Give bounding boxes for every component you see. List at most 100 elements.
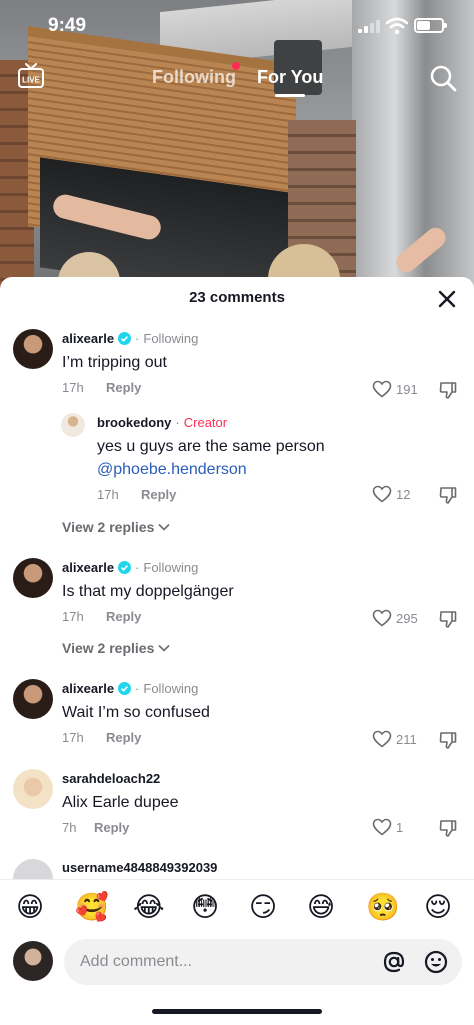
reply-button[interactable]: Reply [106, 380, 141, 395]
like-count: 1 [396, 819, 404, 835]
comment-text: Is that my doppelgänger [62, 583, 234, 600]
heart-icon [372, 380, 392, 398]
comment-body: alixearle · Following Is that my doppelg… [62, 560, 234, 624]
heart-icon [372, 609, 392, 627]
verified-icon [118, 682, 132, 695]
comment-text: Wait I’m so confused [62, 704, 210, 721]
avatar[interactable] [13, 941, 53, 981]
dislike-icon[interactable] [438, 818, 458, 838]
reply-button[interactable]: Reply [94, 820, 129, 835]
tab-for-you[interactable]: For You [257, 67, 323, 88]
comment-time: 17h [62, 609, 84, 624]
heart-icon [372, 485, 392, 503]
like-count: 295 [396, 610, 418, 626]
heart-icon [372, 730, 392, 748]
comment-text: Alix Earle dupee [62, 794, 179, 811]
emoji-quick-bar: 😁 🥰 😂 😳 😏 😅 🥺 😌 [0, 879, 474, 937]
comment-username[interactable]: sarahdeloach22 [62, 771, 160, 786]
view-replies-button[interactable]: View 2 replies [62, 519, 170, 535]
comment-time: 17h [62, 380, 84, 395]
live-icon[interactable]: LIVE [16, 62, 46, 92]
live-label: LIVE [22, 76, 40, 85]
comment-input[interactable] [80, 939, 370, 985]
comment-body: alixearle · Following I’m tripping out 1… [62, 331, 198, 395]
emoji-button[interactable]: 😂 [133, 892, 165, 924]
view-replies-button[interactable]: View 2 replies [62, 640, 170, 656]
mention-link: @phoebe.henderson [97, 458, 325, 481]
dislike-icon[interactable] [438, 485, 458, 505]
comment-username[interactable]: username4848849392039 [62, 860, 217, 875]
comment-item: alixearle · Following I’m tripping out 1… [0, 329, 474, 399]
chevron-down-icon [158, 644, 170, 652]
comment-body: username4848849392039 [62, 860, 217, 875]
like-button[interactable]: 12 [372, 485, 410, 503]
emoji-button[interactable]: 🥰 [75, 892, 109, 924]
view-replies-label: View 2 replies [62, 640, 155, 656]
avatar[interactable] [13, 329, 53, 369]
separator-dot: · [135, 560, 140, 575]
home-indicator [152, 1009, 322, 1014]
status-time: 9:49 [48, 15, 87, 36]
emoji-button[interactable]: 😳 [191, 892, 219, 924]
comment-time: 17h [62, 730, 84, 745]
comment-username[interactable]: brookedony [97, 415, 171, 430]
comment-item: alixearle · Following Is that my doppelg… [0, 558, 474, 628]
comment-username[interactable]: alixearle [62, 681, 114, 696]
avatar[interactable] [13, 769, 53, 809]
emoji-button[interactable]: 😏 [249, 892, 277, 924]
emoji-button[interactable]: 😌 [424, 892, 452, 924]
following-notification-dot [232, 62, 240, 70]
comment-username[interactable]: alixearle [62, 331, 114, 346]
reply-button[interactable]: Reply [141, 487, 176, 502]
cellular-signal-icon [358, 20, 380, 33]
dislike-icon[interactable] [438, 609, 458, 629]
separator-dot: · [135, 681, 140, 696]
close-icon[interactable] [436, 288, 458, 310]
comment-time: 7h [62, 820, 77, 835]
heart-icon [372, 818, 392, 836]
verified-icon [118, 332, 132, 345]
dislike-icon[interactable] [438, 380, 458, 400]
like-button[interactable]: 191 [372, 380, 418, 398]
following-tag: Following [143, 560, 199, 575]
dislike-icon[interactable] [438, 730, 458, 750]
tab-following[interactable]: Following [152, 67, 236, 88]
emoji-button[interactable]: 😁 [16, 892, 44, 924]
status-bar: 9:49 [0, 0, 474, 52]
comment-username[interactable]: alixearle [62, 560, 114, 575]
reply-button[interactable]: Reply [106, 730, 141, 745]
comment-item: sarahdeloach22 Alix Earle dupee 7h Reply… [0, 769, 474, 839]
comment-input-container[interactable] [64, 939, 462, 985]
search-icon[interactable] [428, 63, 458, 93]
like-button[interactable]: 211 [372, 730, 417, 748]
emoji-icon[interactable] [424, 950, 448, 974]
comment-item: alixearle · Following Wait I’m so confus… [0, 679, 474, 749]
avatar[interactable] [13, 679, 53, 719]
reply-button[interactable]: Reply [106, 609, 141, 624]
like-button[interactable]: 1 [372, 818, 403, 836]
following-tag: Following [143, 331, 199, 346]
mention-text[interactable]: @phoebe.henderson [97, 461, 247, 478]
avatar[interactable] [61, 413, 85, 437]
emoji-button[interactable]: 😅 [307, 892, 335, 924]
following-tag: Following [143, 681, 199, 696]
chevron-down-icon [158, 523, 170, 531]
comment-time: 17h [97, 487, 119, 502]
avatar[interactable] [13, 558, 53, 598]
comment-body: brookedony · Creator yes u guys are the … [97, 415, 325, 502]
at-icon[interactable] [382, 950, 406, 974]
comment-input-row [0, 937, 474, 1025]
comment-text: I’m tripping out [62, 354, 167, 371]
battery-icon [414, 18, 447, 33]
comment-body: alixearle · Following Wait I’m so confus… [62, 681, 210, 745]
creator-tag: Creator [183, 415, 228, 430]
like-count: 12 [396, 486, 411, 502]
reply-item: brookedony · Creator yes u guys are the … [0, 413, 474, 505]
like-button[interactable]: 295 [372, 609, 418, 627]
emoji-button[interactable]: 🥺 [366, 892, 400, 924]
like-count: 211 [396, 731, 417, 747]
separator-dot: · [175, 415, 180, 430]
verified-icon [118, 561, 132, 574]
battery-level [417, 21, 430, 30]
top-navigation: LIVE Following For You [0, 56, 474, 100]
